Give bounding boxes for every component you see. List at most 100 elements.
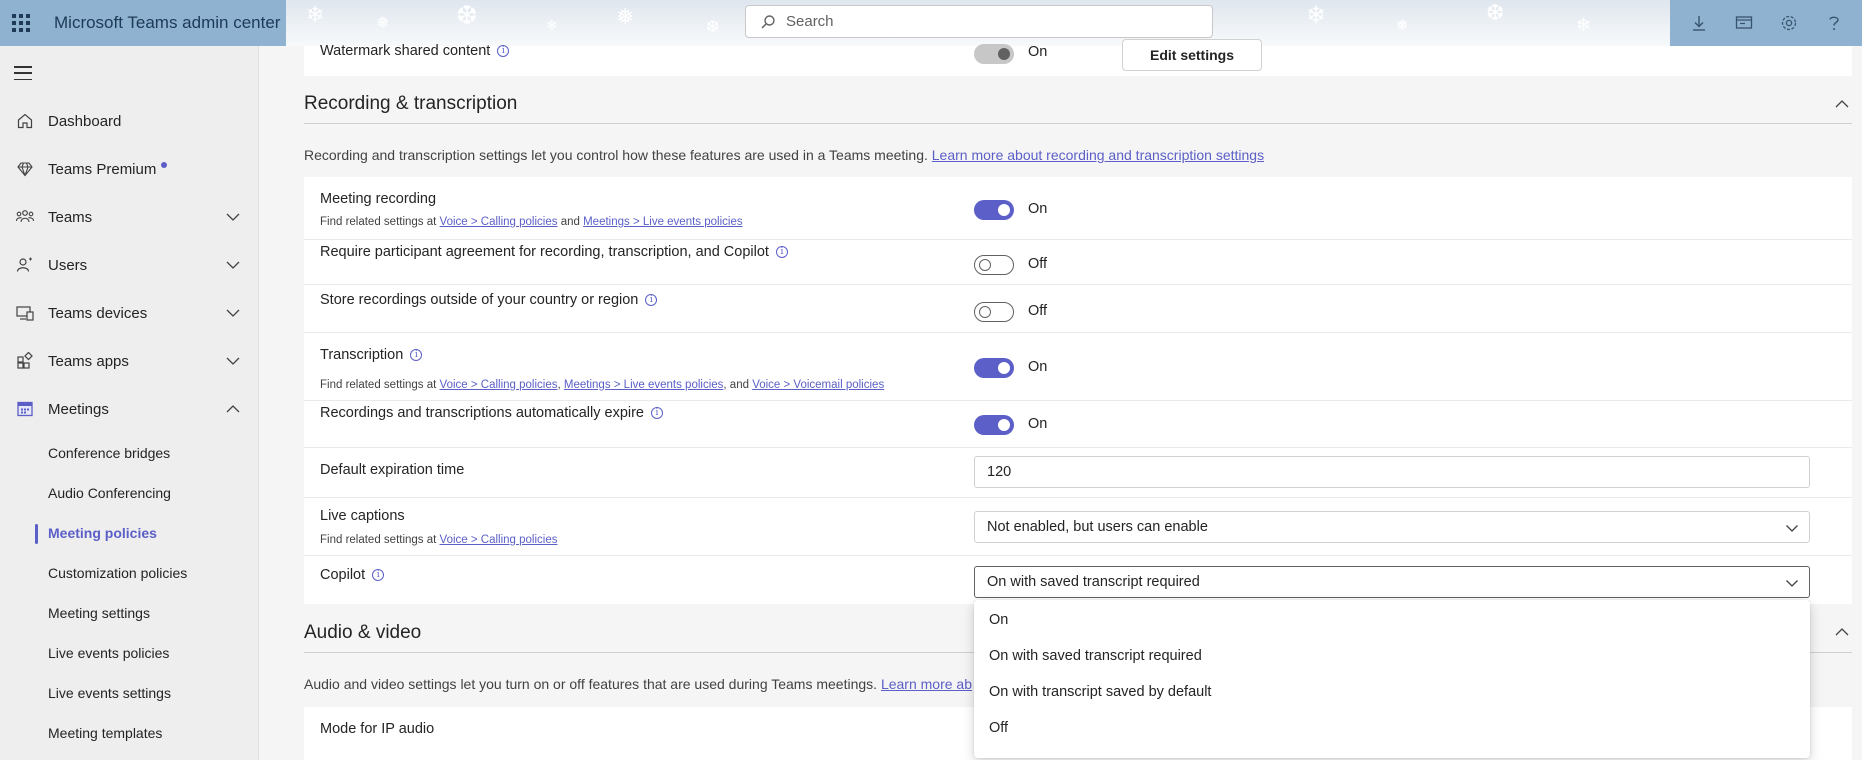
screen-icon[interactable] <box>1732 11 1756 35</box>
snowflake-icon: ❄ <box>546 17 558 33</box>
app-launcher-icon[interactable] <box>0 0 42 46</box>
app-title: Microsoft Teams admin center <box>54 13 281 32</box>
transcription-label: Transcription <box>320 347 404 363</box>
live-captions-related: Find related settings at Voice > Calling… <box>320 534 558 546</box>
sidebar-subitem-meeting-templates[interactable]: Meeting templates <box>48 718 248 748</box>
voice-calling-policies-link[interactable]: Voice > Calling policies <box>440 534 558 546</box>
related-prefix: Find related settings at <box>320 379 437 391</box>
snowflake-icon: ❄ <box>306 2 325 27</box>
sidebar-item-label: Teams Premium <box>48 160 157 178</box>
snowflake-icon: ❆ <box>1486 0 1505 25</box>
copilot-label: Copilot <box>320 567 366 583</box>
recording-settings-card: Meeting recording Find related settings … <box>304 177 1852 604</box>
home-icon <box>15 111 35 131</box>
brand-area: Microsoft Teams admin center <box>0 0 286 46</box>
edit-settings-button[interactable]: Edit settings <box>1122 39 1262 71</box>
live-captions-dropdown[interactable]: Not enabled, but users can enable <box>974 511 1810 543</box>
transcription-state: On <box>1028 359 1048 375</box>
info-icon[interactable]: i <box>410 349 423 361</box>
sidebar-subitem-conference-bridges[interactable]: Conference bridges <box>48 438 248 468</box>
voice-calling-policies-link[interactable]: Voice > Calling policies <box>440 379 558 391</box>
row-divider <box>304 284 1852 285</box>
diamond-icon <box>15 159 35 179</box>
info-icon[interactable]: i <box>645 294 658 306</box>
expiration-input[interactable]: 120 <box>974 456 1810 488</box>
snowflake-icon: ❅ <box>1396 17 1409 34</box>
copilot-row: Copilot i <box>320 567 385 583</box>
sidebar-item-teams-apps[interactable]: Teams apps <box>0 341 259 381</box>
sidebar-item-label: Users <box>48 256 88 274</box>
sidebar-subitem-customization-policies[interactable]: Customization policies <box>48 558 248 588</box>
download-icon[interactable] <box>1687 11 1711 35</box>
watermark-state: On <box>1028 44 1048 60</box>
section-divider <box>304 123 1852 124</box>
sidebar-subitem-live-events-policies[interactable]: Live events policies <box>48 638 248 668</box>
copilot-dropdown[interactable]: On with saved transcript required <box>974 566 1810 598</box>
snowflake-icon: ❅ <box>616 4 635 29</box>
search-icon <box>761 14 775 29</box>
snowflake-icon: ❆ <box>706 19 720 36</box>
audio-video-section-title: Audio & video <box>304 622 422 643</box>
live-events-policies-link[interactable]: Meetings > Live events policies <box>583 216 743 228</box>
voicemail-policies-link[interactable]: Voice > Voicemail policies <box>752 379 884 391</box>
sidebar-subitem-audio-conferencing[interactable]: Audio Conferencing <box>48 478 248 508</box>
participant-agreement-toggle[interactable] <box>974 255 1014 275</box>
audio-video-learn-more-link[interactable]: Learn more ab <box>881 676 972 692</box>
info-icon[interactable]: i <box>775 246 788 258</box>
voice-calling-policies-link[interactable]: Voice > Calling policies <box>440 216 558 228</box>
auto-expire-toggle[interactable] <box>974 415 1014 435</box>
meeting-recording-label: Meeting recording <box>320 191 437 207</box>
store-outside-toggle[interactable] <box>974 302 1014 322</box>
transcription-toggle[interactable] <box>974 358 1014 378</box>
row-divider <box>304 400 1852 401</box>
snowflake-icon: ❄ <box>1306 2 1327 29</box>
sidebar-subitem-meeting-policies[interactable]: Meeting policies <box>48 518 248 548</box>
search-placeholder: Search <box>786 13 834 30</box>
help-icon[interactable] <box>1822 11 1846 35</box>
related-prefix: Find related settings at <box>320 216 437 228</box>
recording-section-title: Recording & transcription <box>304 93 518 114</box>
chevron-up-icon[interactable] <box>1834 624 1850 640</box>
new-indicator-dot <box>161 162 168 168</box>
chevron-down-icon <box>226 261 240 269</box>
chevron-down-icon <box>1786 580 1798 587</box>
settings-icon[interactable] <box>1777 11 1801 35</box>
sidebar-subitem-live-events-settings[interactable]: Live events settings <box>48 678 248 708</box>
search-input[interactable]: Search <box>745 5 1213 38</box>
chevron-down-icon <box>226 357 240 365</box>
audio-video-section-description: Audio and video settings let you turn on… <box>304 676 972 692</box>
row-divider <box>304 239 1852 240</box>
hamburger-menu-icon[interactable] <box>14 66 32 80</box>
related-comma: , <box>557 379 561 391</box>
sidebar-item-teams-devices[interactable]: Teams devices <box>0 293 259 333</box>
live-events-policies-link[interactable]: Meetings > Live events policies <box>564 379 724 391</box>
watermark-row: Watermark shared content i <box>320 43 510 59</box>
calendar-icon <box>15 399 35 419</box>
sidebar-item-teams-premium[interactable]: Teams Premium <box>0 149 259 189</box>
meeting-recording-toggle[interactable] <box>974 200 1014 220</box>
copilot-option-transcript-saved-by-default[interactable]: On with transcript saved by default <box>989 684 1211 700</box>
audio-video-desc-text: Audio and video settings let you turn on… <box>304 676 878 692</box>
copilot-option-on[interactable]: On <box>989 612 1008 628</box>
sidebar-item-dashboard[interactable]: Dashboard <box>0 101 259 141</box>
sidebar-item-meetings[interactable]: Meetings <box>0 389 259 429</box>
copilot-value: On with saved transcript required <box>987 574 1200 590</box>
info-icon[interactable]: i <box>372 569 385 581</box>
watermark-card: Watermark shared content i On Edit setti… <box>304 39 1852 76</box>
sidebar-subitem-meeting-settings[interactable]: Meeting settings <box>48 598 248 628</box>
recording-learn-more-link[interactable]: Learn more about recording and transcrip… <box>932 147 1264 163</box>
sidebar-item-teams[interactable]: Teams <box>0 197 259 237</box>
chevron-down-icon <box>1786 525 1798 532</box>
info-icon[interactable]: i <box>651 407 663 419</box>
copilot-option-saved-transcript-required[interactable]: On with saved transcript required <box>989 648 1202 664</box>
info-icon[interactable]: i <box>497 45 510 57</box>
copilot-option-off[interactable]: Off <box>989 720 1008 736</box>
snowflake-icon: ❅ <box>376 15 390 32</box>
chevron-down-icon <box>226 309 240 317</box>
watermark-label: Watermark shared content <box>320 43 491 59</box>
transcription-row: Transcription i <box>320 347 423 363</box>
chevron-up-icon[interactable] <box>1834 96 1850 112</box>
related-and: , and <box>723 379 749 391</box>
row-divider <box>304 497 1852 498</box>
sidebar-item-users[interactable]: Users <box>0 245 259 285</box>
